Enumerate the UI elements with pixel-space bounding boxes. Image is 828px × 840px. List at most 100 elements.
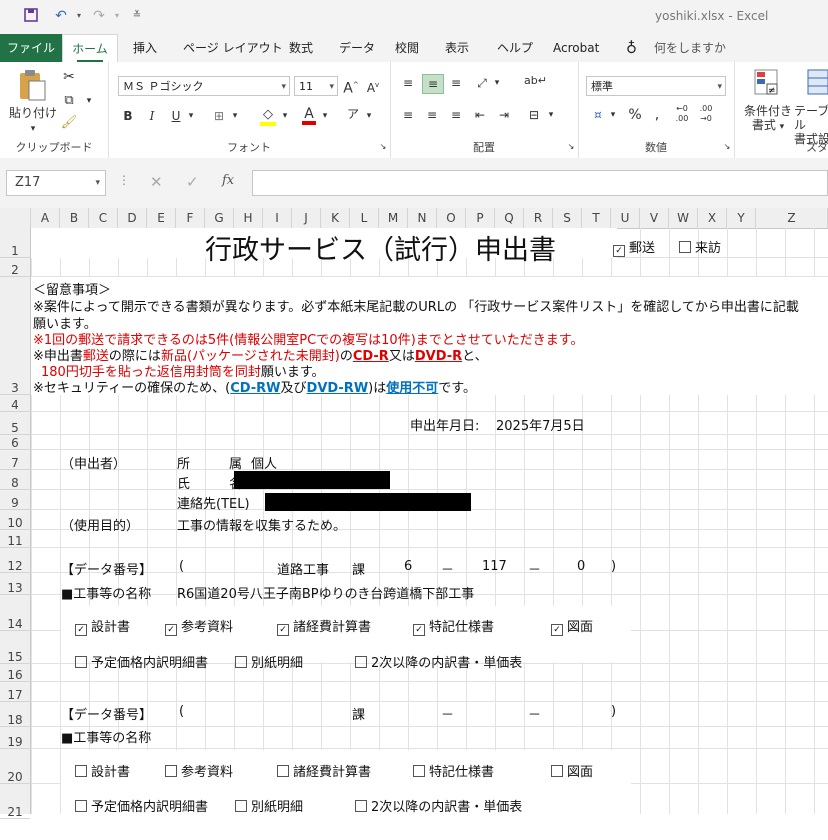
- tab-review[interactable]: 校閲: [395, 34, 419, 62]
- column-header-n[interactable]: N: [408, 208, 437, 228]
- opt-mail-checkbox[interactable]: ✓ 郵送: [613, 237, 655, 257]
- doc2-reference[interactable]: 参考資料: [165, 761, 233, 780]
- checkbox-icon[interactable]: ✓: [551, 624, 563, 636]
- conditional-format-icon[interactable]: ≠: [752, 68, 782, 102]
- underline-button[interactable]: U: [168, 107, 184, 125]
- doc2-specs[interactable]: 特記仕様書: [413, 761, 494, 780]
- row-header-17[interactable]: 17: [0, 682, 30, 702]
- select-all-corner[interactable]: [0, 208, 31, 228]
- column-header-v[interactable]: V: [640, 208, 669, 228]
- tab-data[interactable]: データ: [339, 34, 375, 62]
- checkbox-icon[interactable]: [355, 656, 367, 668]
- doc1-reference[interactable]: ✓ 参考資料: [165, 616, 233, 636]
- copy-dropdown-icon[interactable]: ▾: [84, 92, 94, 110]
- doc1-attachment[interactable]: 別紙明細: [235, 652, 303, 671]
- align-center-icon[interactable]: ≡: [422, 106, 442, 124]
- wrap-text-icon[interactable]: ab↵: [524, 72, 547, 90]
- borders-dropdown-icon[interactable]: ▾: [230, 107, 240, 125]
- insert-function-icon[interactable]: fx: [222, 173, 234, 188]
- phonetic-dropdown-icon[interactable]: ▾: [364, 107, 374, 125]
- lightbulb-icon[interactable]: ♁: [626, 34, 637, 62]
- tab-page-layout[interactable]: ページ レイアウト: [183, 34, 283, 62]
- accounting-format-icon[interactable]: ¤: [588, 106, 608, 124]
- alignment-dialog-launcher-icon[interactable]: ↘: [566, 138, 576, 156]
- redo-dropdown-icon[interactable]: ▾: [108, 7, 126, 25]
- copy-icon[interactable]: ⧉: [60, 92, 78, 110]
- enter-icon[interactable]: ✓: [186, 173, 199, 191]
- redo-icon[interactable]: ↷: [90, 7, 108, 25]
- paste-dropdown-icon[interactable]: ▾: [26, 120, 40, 138]
- checkbox-icon[interactable]: [413, 765, 425, 777]
- column-header-m[interactable]: M: [379, 208, 408, 228]
- checkbox-icon[interactable]: ✓: [413, 624, 425, 636]
- column-header-x[interactable]: X: [698, 208, 727, 228]
- checkbox-icon[interactable]: [355, 800, 367, 812]
- doc1-drawings[interactable]: ✓ 図面: [551, 616, 593, 636]
- row-header-7[interactable]: 7: [0, 450, 30, 470]
- checkbox-icon[interactable]: [75, 765, 87, 777]
- column-header-l[interactable]: L: [350, 208, 379, 228]
- tab-insert[interactable]: 挿入: [133, 34, 157, 62]
- decrease-font-icon[interactable]: Av: [364, 76, 382, 97]
- row-header-12[interactable]: 12: [0, 548, 30, 573]
- doc2-drawings[interactable]: 図面: [551, 761, 593, 780]
- tab-file[interactable]: ファイル: [0, 34, 62, 62]
- column-header-r[interactable]: R: [524, 208, 553, 228]
- format-painter-icon[interactable]: 🖌: [60, 114, 78, 132]
- column-header-d[interactable]: D: [118, 208, 147, 228]
- checkbox-icon[interactable]: ✓: [165, 624, 177, 636]
- column-header-b[interactable]: B: [60, 208, 89, 228]
- checkbox-icon[interactable]: ✓: [75, 624, 87, 636]
- column-header-h[interactable]: H: [234, 208, 263, 228]
- name-box-dropdown-icon[interactable]: ▾: [95, 171, 100, 195]
- column-header-p[interactable]: P: [466, 208, 495, 228]
- align-right-icon[interactable]: ≡: [446, 106, 466, 124]
- format-as-table-icon[interactable]: [806, 68, 828, 102]
- column-header-o[interactable]: O: [437, 208, 466, 228]
- orientation-dropdown-icon[interactable]: ▾: [492, 74, 502, 92]
- doc2-secondary[interactable]: 2次以降の内訳書・単価表: [355, 796, 522, 814]
- row-header-9[interactable]: 9: [0, 490, 30, 510]
- align-middle-icon[interactable]: ≡: [422, 74, 444, 94]
- checkbox-icon[interactable]: [235, 656, 247, 668]
- column-header-c[interactable]: C: [89, 208, 118, 228]
- doc1-secondary[interactable]: 2次以降の内訳書・単価表: [355, 652, 522, 671]
- tab-help[interactable]: ヘルプ: [497, 34, 533, 62]
- align-bottom-icon[interactable]: ≡: [446, 74, 466, 92]
- row-header-1[interactable]: 1: [0, 228, 30, 258]
- font-color-icon[interactable]: A: [300, 105, 318, 125]
- column-header-i[interactable]: I: [263, 208, 292, 228]
- decrease-decimal-icon[interactable]: .00 →0: [696, 104, 716, 124]
- font-size-select[interactable]: 11 ▾: [294, 76, 338, 96]
- font-dialog-launcher-icon[interactable]: ↘: [378, 138, 388, 156]
- opt-visit-checkbox[interactable]: 来訪: [679, 237, 721, 256]
- doc1-design[interactable]: ✓ 設計書: [75, 616, 130, 636]
- doc2-design[interactable]: 設計書: [75, 761, 130, 780]
- font-name-select[interactable]: ＭＳ Ｐゴシック ▾: [118, 76, 290, 96]
- checkbox-icon[interactable]: ✓: [277, 624, 289, 636]
- merge-center-icon[interactable]: ⊟: [524, 106, 544, 124]
- row-header-15[interactable]: 15: [0, 631, 30, 664]
- number-format-select[interactable]: 標準 ▾: [586, 76, 726, 96]
- tab-formulas[interactable]: 数式: [289, 34, 313, 62]
- row-header-8[interactable]: 8: [0, 470, 30, 490]
- row-header-14[interactable]: 14: [0, 595, 30, 631]
- save-icon[interactable]: [22, 7, 40, 25]
- row-header-2[interactable]: 2: [0, 258, 30, 277]
- italic-button[interactable]: I: [144, 107, 160, 125]
- bold-button[interactable]: B: [120, 107, 136, 125]
- doc2-attachment[interactable]: 別紙明細: [235, 796, 303, 814]
- checkbox-icon[interactable]: [551, 765, 563, 777]
- row-header-19[interactable]: 19: [0, 727, 30, 749]
- doc2-price-breakdown[interactable]: 予定価格内訳明細書: [75, 796, 208, 814]
- worksheet[interactable]: 行政サービス（試行）申出書 ✓ 郵送 来訪 ＜留意事項＞ ※案件によって開示できる…: [31, 228, 828, 814]
- conditional-format-button[interactable]: 条件付き 書式 ▾: [740, 104, 796, 134]
- row-header-4[interactable]: 4: [0, 395, 30, 412]
- merge-dropdown-icon[interactable]: ▾: [546, 106, 556, 124]
- doc2-expenses[interactable]: 諸経費計算書: [277, 761, 371, 780]
- phonetic-icon[interactable]: ア: [344, 105, 362, 123]
- column-header-s[interactable]: S: [553, 208, 582, 228]
- comma-style-icon[interactable]: ,: [648, 106, 666, 124]
- checkbox-icon[interactable]: [235, 800, 247, 812]
- column-header-q[interactable]: Q: [495, 208, 524, 228]
